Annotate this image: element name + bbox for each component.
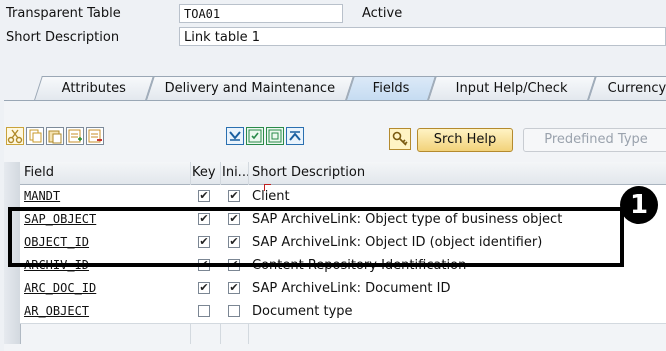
field-name: MANDT xyxy=(24,189,61,203)
short-desc-cell: SAP ArchiveLink: Document ID xyxy=(252,281,451,296)
tab-input-help-check[interactable]: Input Help/Check xyxy=(428,76,596,100)
key-cell[interactable] xyxy=(192,300,220,323)
move-up-icon[interactable] xyxy=(286,127,304,145)
highlight-box xyxy=(8,207,624,267)
deselect-icon[interactable] xyxy=(266,127,284,145)
field-name-cell[interactable]: AR_OBJECT xyxy=(20,300,190,323)
initial-checkbox[interactable]: ✔ xyxy=(228,190,240,202)
key-checkbox[interactable]: ✔ xyxy=(198,282,210,294)
ini-cell[interactable] xyxy=(222,300,248,323)
srch-help-button[interactable]: Srch Help xyxy=(417,128,513,152)
cursor-marker xyxy=(264,184,271,191)
field-name: ARC_DOC_ID xyxy=(24,281,97,295)
tab-label: Attributes xyxy=(61,81,126,96)
callout-badge: 1 xyxy=(620,186,658,224)
table-row[interactable]: AR_OBJECT Document type xyxy=(20,300,666,324)
copy-icon[interactable] xyxy=(26,127,44,145)
short-desc-cell: Document type xyxy=(252,304,353,319)
tab-label: Input Help/Check xyxy=(455,81,568,96)
col-header-desc[interactable]: Short Description xyxy=(252,162,666,184)
tab-label: Currency xyxy=(607,81,666,96)
col-header-ini[interactable]: Ini... xyxy=(222,162,248,184)
grid-header: Field Key Ini... Short Description xyxy=(20,162,666,185)
tab-label: Delivery and Maintenance xyxy=(164,81,335,96)
table-type-label: Transparent Table xyxy=(6,6,121,21)
delete-row-icon[interactable] xyxy=(86,127,104,145)
field-name: AR_OBJECT xyxy=(24,304,90,318)
key-checkbox[interactable] xyxy=(198,305,210,317)
status-text: Active xyxy=(362,6,403,21)
tab-label: Fields xyxy=(372,81,410,96)
col-header-key[interactable]: Key xyxy=(192,162,220,184)
tab-fields[interactable]: Fields xyxy=(346,76,436,100)
predefined-type-button[interactable]: Predefined Type xyxy=(523,128,666,152)
tab-attributes[interactable]: Attributes xyxy=(34,76,154,100)
short-desc-label: Short Description xyxy=(6,30,120,45)
col-header-field[interactable]: Field xyxy=(20,162,190,184)
initial-checkbox[interactable] xyxy=(228,305,240,317)
field-name-cell[interactable]: MANDT xyxy=(20,185,190,208)
key-checkbox[interactable]: ✔ xyxy=(198,190,210,202)
short-desc-cell: Client xyxy=(252,189,290,204)
table-row[interactable]: ARC_DOC_ID ✔ ✔ SAP ArchiveLink: Document ID xyxy=(20,277,666,301)
key-cell[interactable]: ✔ xyxy=(192,185,220,208)
insert-row-icon[interactable] xyxy=(66,127,84,145)
ini-cell[interactable]: ✔ xyxy=(222,277,248,300)
table-row[interactable]: MANDT ✔ ✔ Client xyxy=(20,185,666,209)
key-cell[interactable]: ✔ xyxy=(192,277,220,300)
select-icon[interactable] xyxy=(246,127,264,145)
key-icon[interactable] xyxy=(389,128,411,150)
move-down-icon[interactable] xyxy=(226,127,244,145)
field-name-cell[interactable]: ARC_DOC_ID xyxy=(20,277,190,300)
paste-icon[interactable] xyxy=(46,127,64,145)
tab-delivery-maintenance[interactable]: Delivery and Maintenance xyxy=(146,76,354,100)
table-name-field[interactable]: TOA01 xyxy=(179,4,343,23)
cut-icon[interactable] xyxy=(6,127,24,145)
tab-currency[interactable]: Currency xyxy=(588,76,666,100)
short-desc-field[interactable]: Link table 1 xyxy=(179,27,666,46)
ini-cell[interactable]: ✔ xyxy=(222,185,248,208)
initial-checkbox[interactable]: ✔ xyxy=(228,282,240,294)
